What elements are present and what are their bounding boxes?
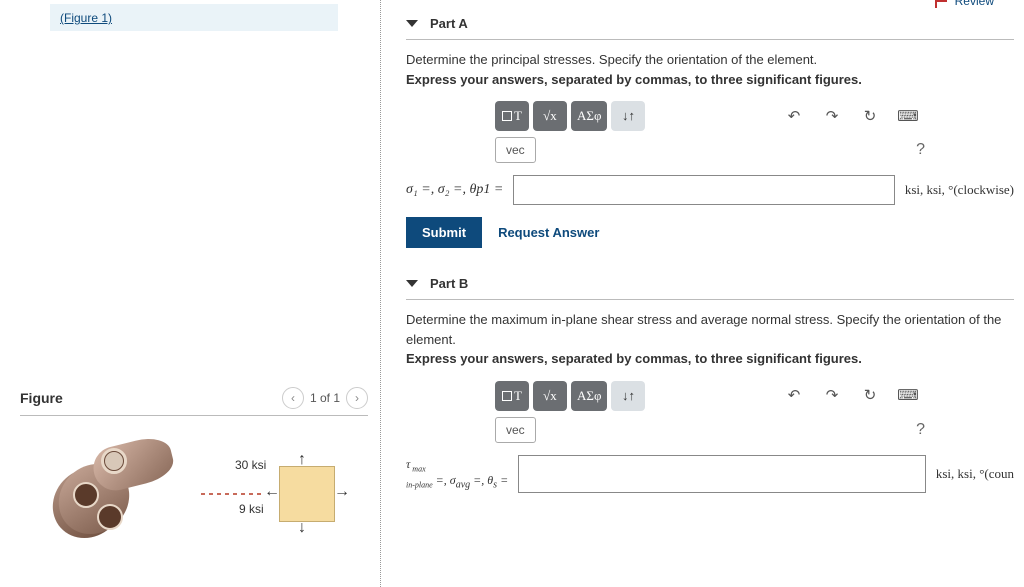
help-icon[interactable]: ? <box>916 141 925 159</box>
keyboard-icon[interactable]: ⌨ <box>891 101 925 131</box>
undo-icon[interactable]: ↶ <box>777 381 811 411</box>
figure-pager: ‹ 1 of 1 › <box>282 387 368 409</box>
stress-label-side: 9 ksi <box>239 502 264 516</box>
figure-title: Figure <box>20 390 63 406</box>
math-button[interactable]: √x <box>533 101 567 131</box>
redo-icon[interactable]: ↷ <box>815 381 849 411</box>
flag-icon <box>935 0 949 8</box>
part-b-units: ksi, ksi, °(coun <box>936 466 1014 482</box>
prev-figure-button[interactable]: ‹ <box>282 387 304 409</box>
next-figure-button[interactable]: › <box>346 387 368 409</box>
template-button[interactable]: T <box>495 101 529 131</box>
left-column: (Figure 1) Figure ‹ 1 of 1 › <box>0 0 380 587</box>
part-a-eq-label: σ₁ =, σ₂ =, θp1 = <box>406 182 503 198</box>
undo-icon[interactable]: ↶ <box>777 101 811 131</box>
template-button[interactable]: T <box>495 381 529 411</box>
part-a-units: ksi, ksi, °(clockwise) <box>905 182 1014 198</box>
part-b-instructions: Determine the maximum in-plane shear str… <box>406 310 1014 369</box>
request-answer-link[interactable]: Request Answer <box>498 225 599 240</box>
zoom-indicator-line <box>201 493 261 495</box>
part-b-section: Part B Determine the maximum in-plane sh… <box>406 270 1014 493</box>
symbols-button[interactable]: ΑΣφ <box>571 381 607 411</box>
figure-panel: Figure ‹ 1 of 1 › <box>20 381 368 572</box>
mechanical-part-illustration <box>53 434 183 554</box>
redo-icon[interactable]: ↷ <box>815 101 849 131</box>
equation-toolbar: T √x ΑΣφ ↓↑ ↶ ↷ ↻ ⌨ <box>495 381 925 411</box>
arrows-button[interactable]: ↓↑ <box>611 381 645 411</box>
part-b-eq-label: τ maxin-plane =, σavg =, θs = <box>406 457 508 491</box>
help-icon[interactable]: ? <box>916 421 925 439</box>
equation-toolbar: T √x ΑΣφ ↓↑ ↶ ↷ ↻ ⌨ <box>495 101 925 131</box>
vec-button[interactable]: vec <box>495 137 536 163</box>
vec-button[interactable]: vec <box>495 417 536 443</box>
submit-button[interactable]: Submit <box>406 217 482 248</box>
part-b-title: Part B <box>430 276 468 291</box>
part-a-answer-input[interactable] <box>513 175 895 205</box>
figure-link[interactable]: (Figure 1) <box>60 11 112 25</box>
collapse-icon[interactable] <box>406 280 418 287</box>
stress-label-top: 30 ksi <box>235 458 266 472</box>
review-link[interactable]: Review <box>935 0 994 8</box>
symbols-button[interactable]: ΑΣφ <box>571 101 607 131</box>
reset-icon[interactable]: ↻ <box>853 101 887 131</box>
part-b-answer-input[interactable] <box>518 455 926 493</box>
stress-element: ↑ → ↓ ← <box>279 466 335 522</box>
math-button[interactable]: √x <box>533 381 567 411</box>
reset-icon[interactable]: ↻ <box>853 381 887 411</box>
part-a-section: Part A Determine the principal stresses.… <box>406 10 1014 248</box>
part-a-instructions: Determine the principal stresses. Specif… <box>406 50 1014 89</box>
figure-link-box: (Figure 1) <box>50 4 338 31</box>
keyboard-icon[interactable]: ⌨ <box>891 381 925 411</box>
arrows-button[interactable]: ↓↑ <box>611 101 645 131</box>
figure-image: 30 ksi 9 ksi ↑ → ↓ ← <box>20 416 368 572</box>
right-column: Review Part A Determine the principal st… <box>380 0 1024 587</box>
collapse-icon[interactable] <box>406 20 418 27</box>
pager-text: 1 of 1 <box>310 391 340 405</box>
part-a-title: Part A <box>430 16 468 31</box>
